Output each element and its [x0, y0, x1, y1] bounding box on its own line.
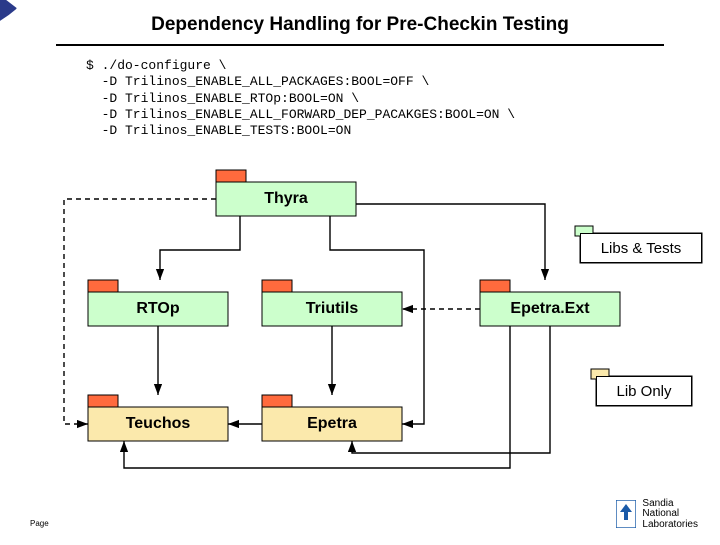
footer-sandia-logo: Sandia National Laboratories — [616, 499, 698, 531]
pkg-epetra: Epetra — [262, 407, 402, 441]
pkg-epetraext: Epetra.Ext — [480, 292, 620, 326]
legend-lib-only: Lib Only — [596, 376, 692, 406]
pkg-triutils: Triutils — [262, 292, 402, 326]
pkg-thyra: Thyra — [216, 182, 356, 216]
pkg-rtop: RTOp — [88, 292, 228, 326]
footer-org-text: Sandia National Laboratories — [642, 499, 698, 531]
dependency-diagram — [0, 0, 720, 540]
legend-libs-tests: Libs & Tests — [580, 233, 702, 263]
thunderbird-icon — [616, 500, 636, 528]
pkg-teuchos: Teuchos — [88, 407, 228, 441]
footer-page-label: Page — [30, 519, 49, 528]
